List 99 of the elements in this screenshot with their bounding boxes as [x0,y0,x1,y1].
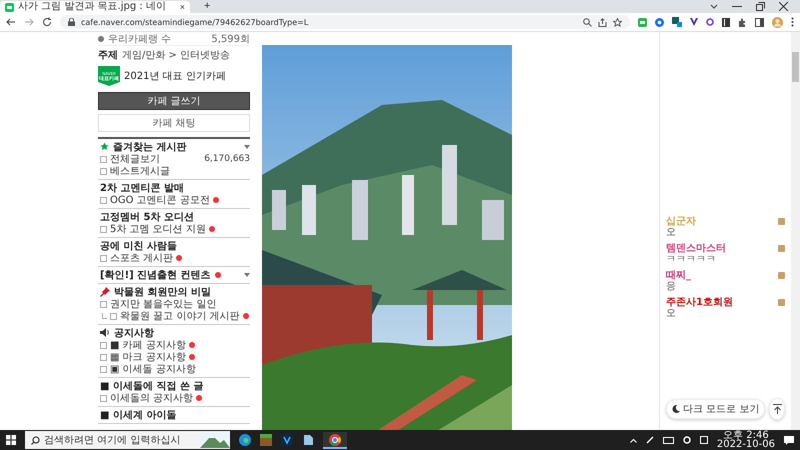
board-link[interactable]: 권지만 볼을수있는 일인 [110,297,216,311]
board-group-title[interactable]: 즐겨찾는 게시판 [113,140,186,154]
caret-icon[interactable] [244,272,250,276]
mountain-icon [200,432,230,448]
write-post-button[interactable]: 카페 글쓰기 [98,92,250,110]
scroll-top-button[interactable] [769,398,785,420]
menu-icon[interactable] [791,17,794,27]
clock-time[interactable]: 오후 2:46 [723,431,769,440]
display-icon[interactable] [700,436,708,444]
board-link[interactable]: ▣ 이세돌 공지사항 [110,362,196,376]
zoom-icon[interactable] [583,18,592,26]
board-link[interactable]: ■ 카페 공지사항 [110,338,186,352]
v-app-icon[interactable] [281,434,293,446]
star-icon[interactable] [613,18,622,26]
board-link[interactable]: 이세돌의 공지사항 [110,391,194,405]
keyboard-icon[interactable] [662,436,674,444]
share-icon[interactable] [598,18,607,26]
back-icon[interactable] [6,17,16,27]
board-link[interactable]: 전체글보기 [110,152,160,166]
chat-message: ㅋㅋㅋㅋㅋ [666,255,717,265]
chat-message: 응 [666,282,677,292]
board-group-title[interactable]: 2차 고멘티콘 발매 [100,180,184,194]
gear-icon[interactable] [682,436,691,444]
sidebar-icon[interactable] [755,18,764,26]
award-text: 2021년 대표 인기카페 [124,70,226,83]
tab-title: 사가 그림 발견과 목표.jpg : 네이 [18,2,166,12]
reload-icon[interactable] [42,17,52,27]
board-link[interactable]: 왁물원 꿀고 이야기 게시판 [120,309,240,323]
board-icon [100,226,107,232]
restore-icon[interactable] [756,2,765,11]
close-tab-button[interactable]: × [180,2,185,12]
board-group-title[interactable]: 고정멤버 5차 오디션 [100,210,194,224]
address-field[interactable]: cafe.naver.com/steamindiegame/79462627boardType=L [60,15,630,29]
member-rank-value: 5,599회 [211,32,250,46]
board-group-title[interactable]: ■ 이세계 아이돌 [100,408,176,422]
moon-icon [672,405,680,413]
new-badge [196,395,202,401]
chat-message: 오 [666,309,677,319]
member-rank-label: 우리카페랭 수 [108,32,172,46]
speaker-icon [100,328,110,337]
chrome-icon[interactable] [329,434,341,446]
rank-icon [98,36,104,42]
board-group-title[interactable]: 박물원 회원만의 비밀 [114,284,211,298]
scrollbar-thumb[interactable] [792,52,799,82]
board-link[interactable]: OGO 고멘티콘 공모전 [110,193,210,207]
board-link[interactable]: 스포츠 게시판 [110,251,174,265]
new-badge [214,272,221,278]
minimize-icon[interactable] [732,6,742,8]
board-group-title[interactable]: 공에 미친 사람들 [100,238,177,252]
puzzle-icon[interactable] [738,18,747,26]
windows-icon[interactable] [6,435,16,445]
chat-username[interactable]: 템덴스마스터 [666,241,726,255]
board-link[interactable]: 5차 고멤 오디션 지원 [110,222,206,236]
caret-icon[interactable] [244,144,250,148]
chevron-down-icon[interactable] [710,4,718,10]
dark-mode-button[interactable]: 다크 모드로 보기 [666,399,766,419]
arrow-up-icon [772,404,782,414]
new-badge [208,226,215,232]
extension-icon[interactable] [722,18,730,26]
notification-icon[interactable] [784,436,794,444]
board-group-title[interactable]: ■ 이세돌에 직접 쓴 글 [100,378,204,392]
new-badge [212,197,219,203]
new-badge [176,255,182,261]
new-tab-button[interactable]: + [204,1,210,12]
pen-icon[interactable] [646,436,654,444]
board-group-title[interactable]: [확인!] 진념출현 컨텐츠 [100,268,211,282]
chat-message: 오 [666,228,677,238]
board-icon [100,196,107,204]
board-group-title[interactable]: 공지사항 [114,326,154,340]
user-badge-icon [778,272,785,278]
board-icon [100,394,107,402]
taskbar-search-field[interactable]: 검색하려면 여기에 입력하십시 [44,434,196,446]
user-badge-icon [778,244,785,252]
chat-username[interactable]: 주존사1호회원 [666,295,733,309]
edge-icon[interactable] [239,434,251,446]
cafe-chat-button[interactable]: 카페 채팅 [98,114,250,132]
extension-icon[interactable] [672,17,682,27]
file-icon[interactable] [302,434,314,446]
clock-date[interactable]: 2022-10-06 [716,440,775,449]
board-icon [100,254,107,262]
browser-tab[interactable]: 사가 그림 발견과 목표.jpg : 네이 × [0,1,190,13]
cafe-icon [5,2,14,12]
user-badge-icon [778,218,785,224]
search-icon [31,436,40,444]
taskbar-search-box[interactable]: 검색하려면 여기에 입력하십시 [25,431,230,449]
user-badge-icon [778,298,785,306]
lock-icon [68,18,75,26]
caret-up-icon[interactable] [630,438,637,442]
chat-username[interactable]: 때찌_ [666,268,691,282]
close-icon[interactable] [779,2,788,11]
post-count: 6,170,663 [204,154,250,164]
board-link[interactable]: 베스트게시글 [110,164,170,178]
pin-icon [100,286,110,296]
tree-branch-icon [102,313,107,319]
topic-link[interactable]: 게임/만화 > 인터넷방송 [122,48,230,62]
board-link[interactable]: ▦ 마크 공지사항 [110,350,186,364]
new-badge [242,313,249,319]
star-icon [100,142,109,151]
topic-label: 주제 [98,49,118,62]
